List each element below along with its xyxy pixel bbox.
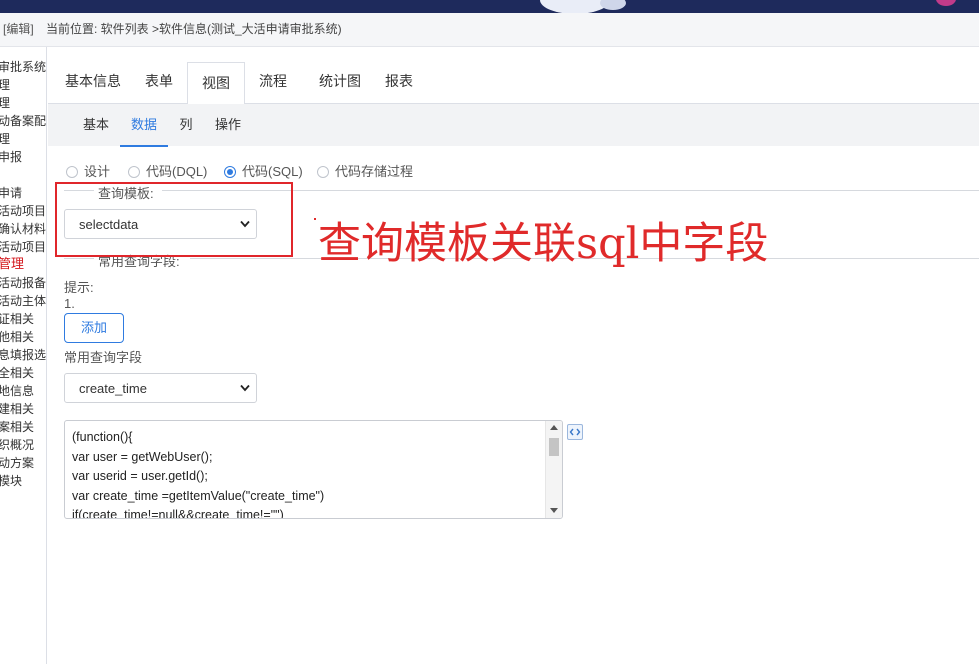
common-fields-select[interactable]: create_time: [64, 373, 257, 403]
sidebar-item[interactable]: 活动项目创: [0, 202, 46, 220]
code-brackets-icon: [569, 428, 581, 436]
subtab-data[interactable]: 数据: [120, 104, 168, 147]
sidebar-item[interactable]: 活动报备材: [0, 274, 46, 292]
subtab-columns[interactable]: 列: [174, 104, 198, 145]
tab-chart[interactable]: 统计图: [310, 60, 370, 103]
tab-view[interactable]: 视图: [187, 62, 245, 106]
sidebar-item[interactable]: 活动主体信: [0, 292, 46, 310]
sidebar: 审批系统 理 理 动备案配 理 申报 申请 活动项目创 确认材料 活动项目信 管…: [0, 47, 47, 664]
common-fields-label: 常用查询字段: [64, 350, 143, 365]
sidebar-item[interactable]: 地信息: [0, 382, 34, 400]
radio-label: 代码(DQL): [146, 164, 208, 179]
radio-label: 代码存储过程: [335, 164, 414, 179]
sidebar-item[interactable]: 申请: [0, 184, 22, 202]
sub-tabs: 基本 数据 列 操作: [48, 104, 979, 147]
radio-circle: [66, 166, 78, 178]
radio-code-dql[interactable]: 代码(DQL): [128, 162, 218, 182]
sidebar-item[interactable]: 动方案: [0, 454, 34, 472]
banner-decoration: [936, 0, 956, 6]
chevron-down-icon: [240, 384, 250, 392]
scrollbar-thumb[interactable]: [549, 438, 559, 456]
edit-link[interactable]: [编辑]: [3, 13, 34, 46]
sidebar-item[interactable]: 息填报选: [0, 346, 46, 364]
common-fields-value: create_time: [79, 381, 147, 396]
scroll-up-icon[interactable]: [550, 425, 558, 430]
sidebar-item[interactable]: 理: [0, 76, 10, 94]
sidebar-item[interactable]: 证相关: [0, 310, 34, 328]
hint-line: 1.: [64, 296, 75, 311]
sidebar-item[interactable]: 他相关: [0, 328, 34, 346]
sidebar-item[interactable]: 申报: [0, 148, 22, 166]
sidebar-item-active[interactable]: 管理: [0, 255, 24, 273]
top-banner: [0, 0, 979, 13]
sidebar-item[interactable]: 织概况: [0, 436, 34, 454]
radio-code-sql[interactable]: 代码(SQL): [224, 162, 310, 182]
subtab-actions[interactable]: 操作: [210, 104, 246, 145]
code-editor[interactable]: (function(){ var user = getWebUser(); va…: [64, 420, 563, 519]
tab-flow[interactable]: 流程: [250, 60, 296, 103]
radio-label: 代码(SQL): [242, 164, 303, 179]
breadcrumb-bar: [编辑] 当前位置: 软件列表 >软件信息(测试_大活申请审批系统): [0, 13, 979, 47]
subtab-basic[interactable]: 基本: [76, 104, 116, 145]
add-button[interactable]: 添加: [64, 313, 124, 343]
scroll-down-icon[interactable]: [550, 508, 558, 513]
tab-basic-info[interactable]: 基本信息: [52, 60, 134, 103]
breadcrumb: 当前位置: 软件列表 >软件信息(测试_大活申请审批系统): [46, 22, 342, 36]
radio-stored-procedure[interactable]: 代码存储过程: [317, 162, 427, 182]
sidebar-item[interactable]: 理: [0, 130, 10, 148]
annotation-text: 查询模板关联sql中字段: [318, 219, 769, 269]
sidebar-item[interactable]: 理: [0, 94, 10, 112]
main-tabs: 基本信息 表单 视图 流程 统计图 报表: [48, 60, 979, 106]
highlight-box: [55, 182, 293, 257]
banner-decoration: [600, 0, 626, 10]
scrollbar[interactable]: [545, 421, 562, 518]
sidebar-item[interactable]: 活动项目信: [0, 238, 46, 256]
tab-report[interactable]: 报表: [376, 60, 422, 103]
sidebar-item[interactable]: 模块: [0, 472, 22, 490]
radio-design[interactable]: 设计: [66, 162, 126, 182]
code-expand-icon[interactable]: [567, 424, 583, 440]
sidebar-item[interactable]: 审批系统: [0, 58, 46, 76]
sidebar-item[interactable]: 案相关: [0, 418, 34, 436]
sidebar-item[interactable]: 动备案配: [0, 112, 46, 130]
fieldset-border: [64, 258, 94, 259]
hint-label: 提示:: [64, 280, 94, 295]
radio-circle-checked: [224, 166, 236, 178]
sidebar-item[interactable]: 建相关: [0, 400, 34, 418]
tab-form[interactable]: 表单: [136, 60, 182, 103]
sidebar-item[interactable]: 确认材料: [0, 220, 46, 238]
code-text: (function(){ var user = getWebUser(); va…: [72, 430, 325, 519]
radio-circle: [128, 166, 140, 178]
annotation-dot: [314, 218, 316, 220]
radio-label: 设计: [84, 164, 111, 179]
radio-circle: [317, 166, 329, 178]
sidebar-item[interactable]: 全相关: [0, 364, 34, 382]
